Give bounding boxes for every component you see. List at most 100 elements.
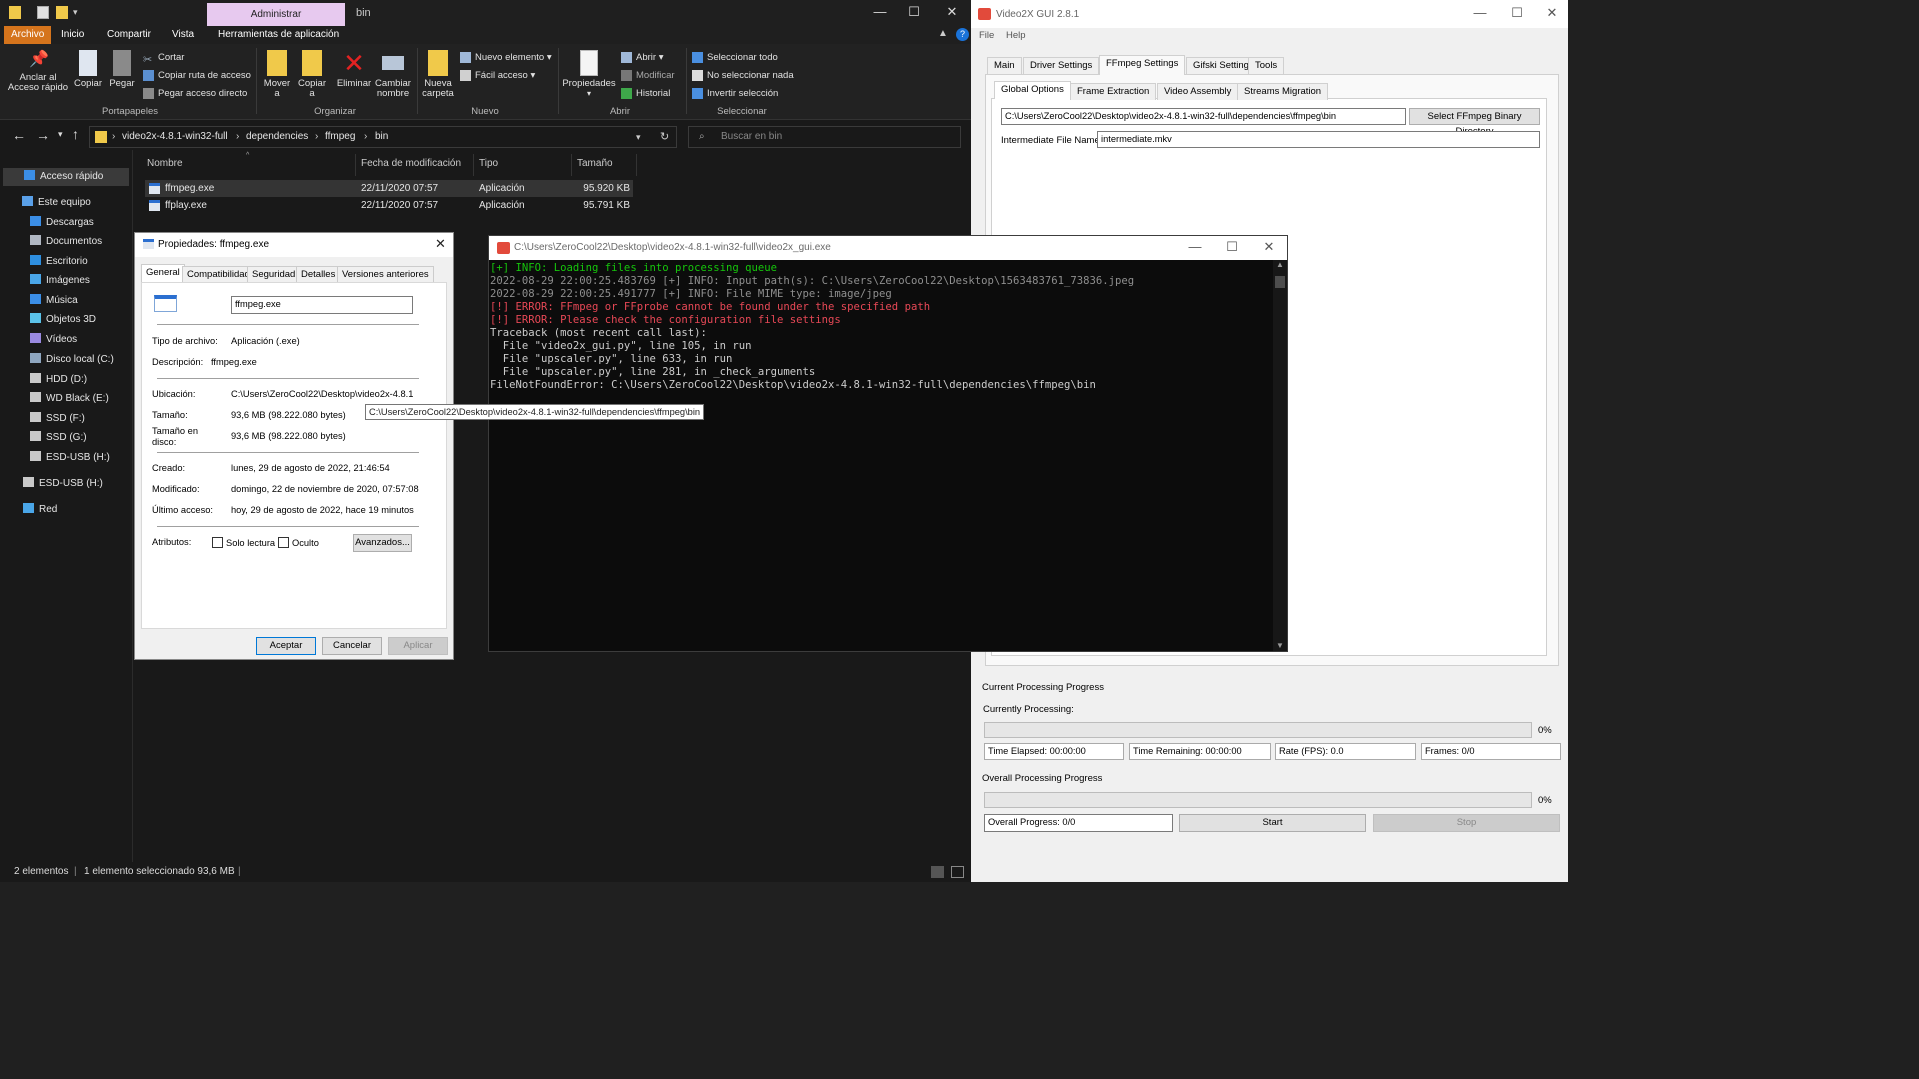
new-item-button[interactable]: Nuevo elemento ▾ xyxy=(460,50,552,66)
minimize-icon[interactable]: — xyxy=(1465,5,1495,20)
up-arrow-icon[interactable]: ↑ xyxy=(72,126,79,142)
collapse-ribbon-icon[interactable]: ▲ xyxy=(938,28,948,39)
sidebar-item-1[interactable]: Este equipo xyxy=(22,194,91,212)
search-box[interactable]: ⌕ Buscar en bin xyxy=(688,126,961,148)
breadcrumb-item[interactable]: bin xyxy=(375,131,388,142)
maximize-icon[interactable]: ☐ xyxy=(1502,5,1532,21)
hidden-checkbox[interactable] xyxy=(278,537,289,548)
sidebar-item-4[interactable]: Escritorio xyxy=(30,253,88,271)
ffmpeg-binary-dir-input[interactable]: C:\Users\ZeroCool22\Desktop\video2x-4.8.… xyxy=(1001,108,1406,125)
pin-quick-access-button[interactable]: 📌 Anclar al Acceso rápido xyxy=(6,44,70,93)
menu-help[interactable]: Help xyxy=(1006,30,1026,41)
refresh-icon[interactable]: ↻ xyxy=(660,130,669,143)
sidebar-item-8[interactable]: Vídeos xyxy=(30,331,77,349)
properties-quick-icon[interactable] xyxy=(37,6,49,19)
tab-ffmpeg-settings[interactable]: FFmpeg Settings xyxy=(1099,55,1186,75)
menu-file[interactable]: File xyxy=(979,30,994,41)
cut-button[interactable]: ✂ Cortar xyxy=(143,50,184,66)
cancel-button[interactable]: Cancelar xyxy=(322,637,382,655)
sidebar-item-6[interactable]: Música xyxy=(30,292,78,310)
table-row[interactable]: ffmpeg.exe 22/11/2020 07:57 Aplicación 9… xyxy=(145,180,633,197)
tab-compatibilidad[interactable]: Compatibilidad xyxy=(182,266,255,283)
forward-arrow-icon[interactable]: → xyxy=(36,127,50,143)
tab-video-assembly[interactable]: Video Assembly xyxy=(1157,83,1239,100)
close-icon[interactable]: ✕ xyxy=(1537,5,1567,21)
close-icon[interactable]: ✕ xyxy=(937,4,967,20)
context-tab-manage[interactable]: Administrar xyxy=(207,3,345,26)
paste-button[interactable]: Pegar xyxy=(106,44,138,89)
table-row[interactable]: ffplay.exe 22/11/2020 07:57 Aplicación 9… xyxy=(145,197,633,214)
quick-access-dropdown-icon[interactable]: ▾ xyxy=(73,7,78,18)
column-separator[interactable] xyxy=(636,154,637,176)
paste-shortcut-button[interactable]: Pegar acceso directo xyxy=(143,86,247,102)
help-icon[interactable]: ? xyxy=(956,28,969,41)
copy-path-button[interactable]: Copiar ruta de acceso xyxy=(143,68,251,84)
tab-frame-extraction[interactable]: Frame Extraction xyxy=(1070,83,1157,100)
tab-herramientas[interactable]: Herramientas de aplicación xyxy=(210,26,347,44)
tab-inicio[interactable]: Inicio xyxy=(53,26,92,44)
new-folder-quick-icon[interactable] xyxy=(56,6,68,19)
maximize-icon[interactable]: ☐ xyxy=(1217,239,1247,255)
readonly-label[interactable]: Solo lectura xyxy=(226,538,275,549)
new-folder-button[interactable]: Nueva carpeta xyxy=(420,44,456,99)
column-type[interactable]: Tipo xyxy=(479,158,498,169)
minimize-icon[interactable]: — xyxy=(865,4,895,19)
tab-driver-settings[interactable]: Driver Settings xyxy=(1023,57,1100,74)
sidebar-item-5[interactable]: Imágenes xyxy=(30,272,90,290)
sidebar-item-15[interactable]: ESD-USB (H:) xyxy=(23,475,103,493)
history-button[interactable]: Historial xyxy=(621,86,670,102)
tab-detalles[interactable]: Detalles xyxy=(296,266,341,283)
move-to-button[interactable]: Mover a xyxy=(262,44,292,99)
copy-to-button[interactable]: Copiar a xyxy=(296,44,328,99)
sidebar-item-16[interactable]: Red xyxy=(23,501,57,519)
hidden-label[interactable]: Oculto xyxy=(292,538,319,549)
readonly-checkbox[interactable] xyxy=(212,537,223,548)
sidebar-item-12[interactable]: SSD (F:) xyxy=(30,410,85,428)
scroll-thumb[interactable] xyxy=(1275,276,1285,288)
filename-input[interactable]: ffmpeg.exe xyxy=(231,296,413,314)
breadcrumb-item[interactable]: dependencies xyxy=(246,131,308,142)
stop-button[interactable]: Stop xyxy=(1373,814,1560,832)
details-view-icon[interactable] xyxy=(931,866,944,878)
copy-button[interactable]: Copiar xyxy=(72,44,104,89)
easy-access-button[interactable]: Fácil acceso ▾ xyxy=(460,68,535,84)
select-none-button[interactable]: No seleccionar nada xyxy=(692,68,794,84)
back-arrow-icon[interactable]: ← xyxy=(12,127,26,143)
tab-general[interactable]: General xyxy=(141,264,185,283)
invert-selection-button[interactable]: Invertir selección xyxy=(692,86,778,102)
properties-button[interactable]: Propiedades ▾ xyxy=(562,44,616,99)
ok-button[interactable]: Aceptar xyxy=(256,637,316,655)
sidebar-item-3[interactable]: Documentos xyxy=(30,233,102,251)
delete-button[interactable]: ✕ Eliminar xyxy=(336,44,372,89)
column-separator[interactable] xyxy=(571,154,572,176)
sidebar-item-10[interactable]: HDD (D:) xyxy=(30,371,87,389)
sidebar-item-14[interactable]: ESD-USB (H:) xyxy=(30,449,110,467)
advanced-button[interactable]: Avanzados... xyxy=(353,534,412,552)
scroll-up-icon[interactable]: ▲ xyxy=(1276,260,1284,269)
tab-tools[interactable]: Tools xyxy=(1248,57,1285,74)
start-button[interactable]: Start xyxy=(1179,814,1366,832)
column-size[interactable]: Tamaño xyxy=(577,158,613,169)
console-scrollbar[interactable]: ▲ ▼ xyxy=(1273,260,1287,651)
column-separator[interactable] xyxy=(473,154,474,176)
scroll-down-icon[interactable]: ▼ xyxy=(1276,641,1284,650)
tab-vista[interactable]: Vista xyxy=(164,26,202,44)
sidebar-item-0[interactable]: Acceso rápido xyxy=(24,168,103,186)
tab-versiones-anteriores[interactable]: Versiones anteriores xyxy=(337,266,434,283)
tab-archivo[interactable]: Archivo xyxy=(4,26,52,44)
tab-compartir[interactable]: Compartir xyxy=(99,26,159,44)
address-bar[interactable]: › video2x-4.8.1-win32-full › dependencie… xyxy=(89,126,677,148)
edit-button[interactable]: Modificar xyxy=(621,68,675,84)
open-button[interactable]: Abrir ▾ xyxy=(621,50,663,66)
sidebar-item-7[interactable]: Objetos 3D xyxy=(30,311,96,329)
sidebar-item-13[interactable]: SSD (G:) xyxy=(30,429,87,447)
tab-streams-migration[interactable]: Streams Migration xyxy=(1237,83,1329,100)
tab-main[interactable]: Main xyxy=(987,57,1022,74)
column-name[interactable]: Nombre xyxy=(147,158,183,169)
tab-global-options[interactable]: Global Options xyxy=(994,81,1071,99)
sidebar-item-11[interactable]: WD Black (E:) xyxy=(30,390,109,408)
large-icons-view-icon[interactable] xyxy=(951,866,964,878)
address-dropdown-icon[interactable]: ▾ xyxy=(636,132,641,143)
intermediate-file-input[interactable]: intermediate.mkv xyxy=(1097,131,1540,148)
breadcrumb-item[interactable]: ffmpeg xyxy=(325,131,355,142)
